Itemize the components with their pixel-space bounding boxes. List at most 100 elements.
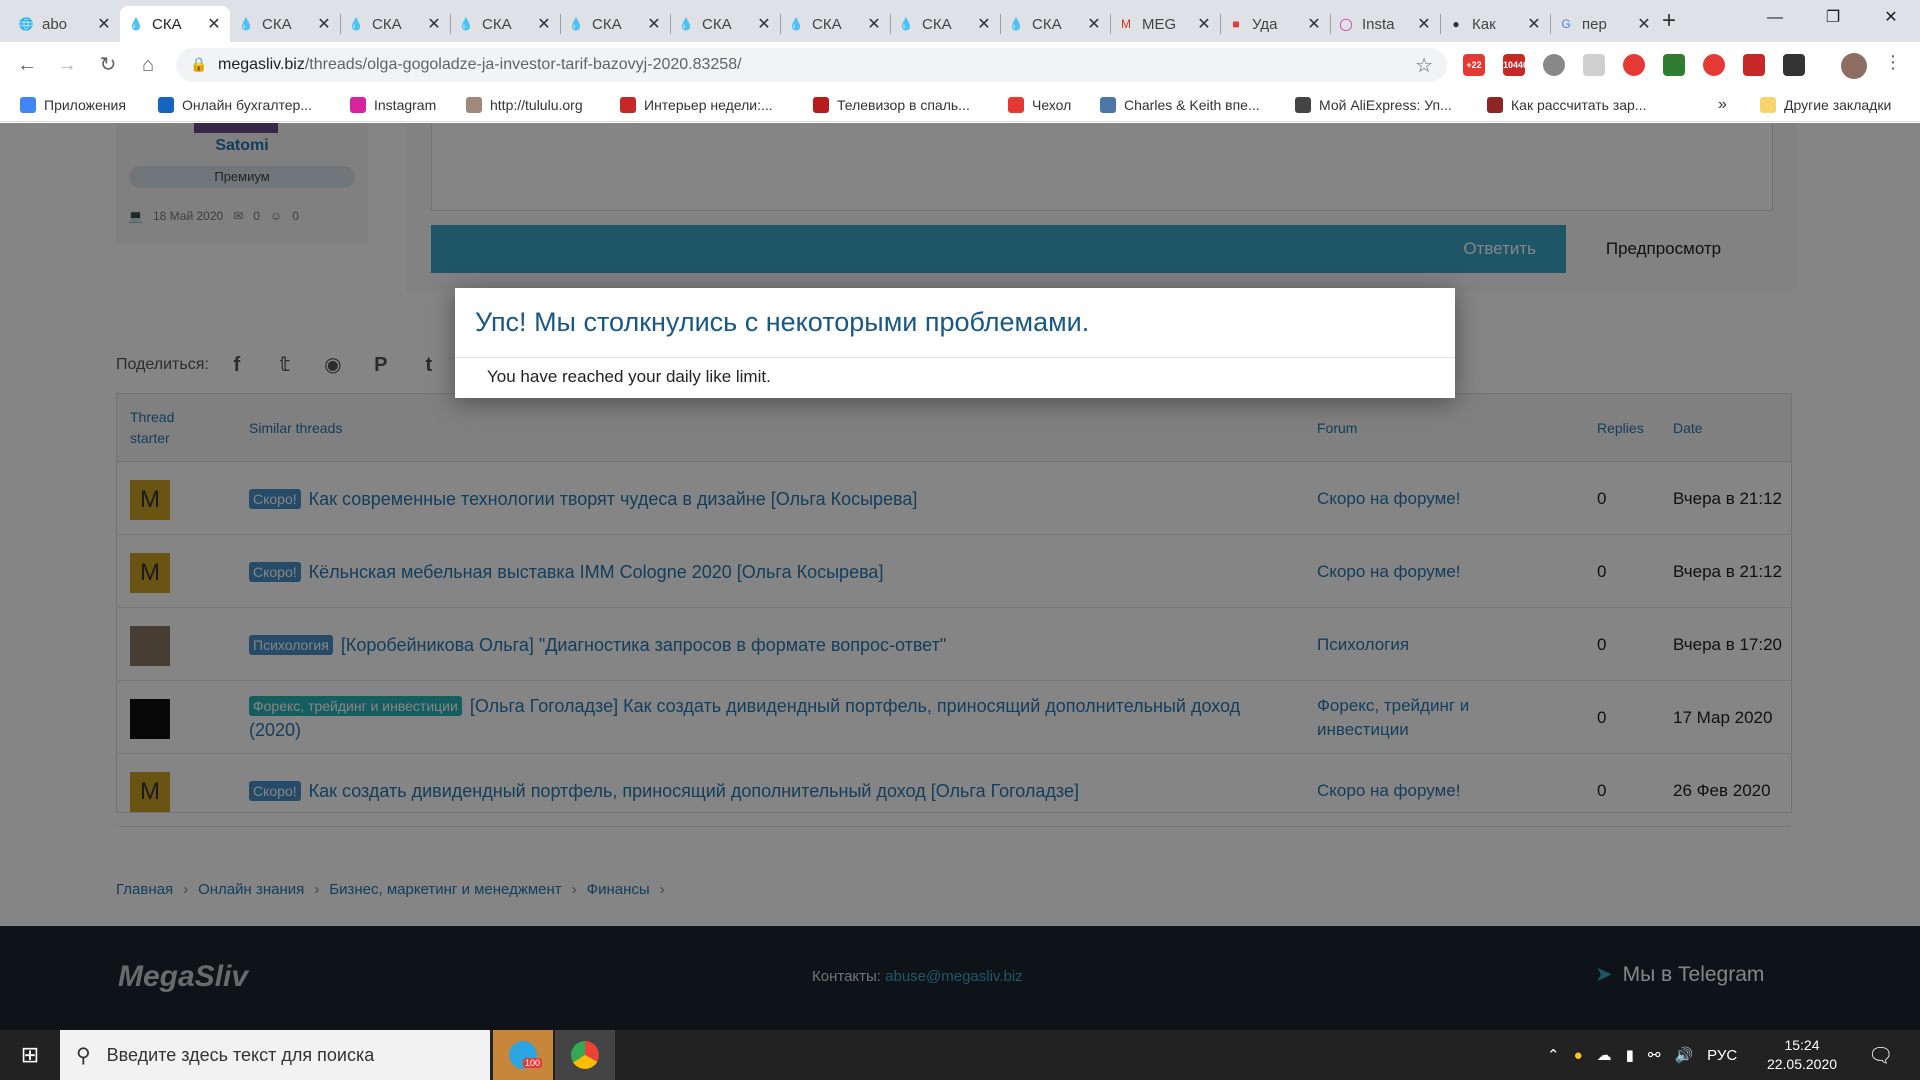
tab-8[interactable]: 💧 СКА ✕	[890, 6, 1000, 42]
close-tab-icon[interactable]: ✕	[866, 14, 882, 34]
back-icon[interactable]: ←	[13, 51, 41, 79]
bookmark-item[interactable]: Чехол	[1008, 95, 1071, 115]
tab-6[interactable]: 💧 СКА ✕	[670, 6, 780, 42]
close-tab-icon[interactable]: ✕	[1416, 14, 1432, 34]
wifi-icon[interactable]: ⚯	[1648, 1046, 1661, 1064]
page-content: Satomi Премиум 💻 18 Май 2020 ✉ 0 ☺ 0 Отв…	[0, 123, 1920, 1030]
tray-app-icon[interactable]: ●	[1574, 1047, 1583, 1064]
bookmark-item[interactable]: Телевизор в спаль...	[813, 95, 970, 115]
bookmark-item[interactable]: Instagram	[350, 95, 436, 115]
tab-4[interactable]: 💧 СКА ✕	[450, 6, 560, 42]
url-text[interactable]: megasliv.biz/threads/olga-gogoladze-ja-i…	[218, 56, 742, 74]
tab-11[interactable]: ■ Уда ✕	[1220, 6, 1330, 42]
telegram-taskbar-app[interactable]: 100	[493, 1030, 553, 1080]
onedrive-icon[interactable]: ☁	[1597, 1046, 1612, 1064]
bookmark-item[interactable]: http://tululu.org	[466, 95, 583, 115]
tab-9[interactable]: 💧 СКА ✕	[1000, 6, 1110, 42]
clock-time: 15:24	[1784, 1037, 1820, 1053]
notifications-icon[interactable]: 🗨	[1868, 1030, 1893, 1080]
gmail-icon: M	[1121, 17, 1131, 31]
close-tab-icon[interactable]: ✕	[536, 14, 552, 34]
home-icon[interactable]: ⌂	[134, 51, 162, 79]
bookmark-label: Онлайн бухгалтер...	[182, 97, 312, 113]
checkbox-extension-icon[interactable]	[1783, 54, 1805, 76]
reload-icon[interactable]: ↻	[94, 51, 122, 79]
minimize-button[interactable]: —	[1752, 0, 1798, 36]
close-tab-icon[interactable]: ✕	[1526, 14, 1542, 34]
bookmark-favicon-icon	[466, 97, 482, 113]
close-tab-icon[interactable]: ✕	[1636, 14, 1652, 34]
chevron-up-icon[interactable]: ⌃	[1547, 1046, 1560, 1064]
new-tab-button[interactable]: +	[1655, 8, 1683, 36]
bookmark-label: Мой AliExpress: Уп...	[1319, 97, 1452, 113]
drop-icon: 💧	[348, 17, 364, 31]
taskbar-clock[interactable]: 15:24 22.05.2020	[1758, 1036, 1846, 1074]
close-tab-icon[interactable]: ✕	[646, 14, 662, 34]
paw-extension-icon[interactable]	[1583, 54, 1605, 76]
circle-extension-icon[interactable]	[1543, 54, 1565, 76]
close-tab-icon[interactable]: ✕	[426, 14, 442, 34]
tab-0[interactable]: 🌐 abo ✕	[10, 6, 120, 42]
drop-icon: 💧	[128, 17, 144, 31]
close-tab-icon[interactable]: ✕	[316, 14, 332, 34]
menu-kebab-icon[interactable]: ⋮	[1884, 52, 1902, 73]
bookmarks-overflow-button[interactable]: »	[1718, 95, 1727, 115]
profile-avatar[interactable]	[1841, 53, 1867, 79]
taskbar-search-input[interactable]: ⚲ Введите здесь текст для поиска	[60, 1030, 490, 1080]
close-window-button[interactable]: ✕	[1868, 0, 1914, 36]
bookmark-item[interactable]: Интерьер недели:...	[620, 95, 773, 115]
volume-icon[interactable]: 🔊	[1674, 1046, 1693, 1064]
extension-badge-icon[interactable]: +22	[1463, 54, 1485, 76]
gmail-counter-icon[interactable]: 10446	[1503, 54, 1528, 76]
modal-backdrop[interactable]	[0, 123, 1920, 1030]
bookmark-label: Instagram	[374, 97, 437, 113]
heart-extension-icon[interactable]	[1703, 54, 1725, 76]
tab-5[interactable]: 💧 СКА ✕	[560, 6, 670, 42]
close-tab-icon[interactable]: ✕	[96, 14, 112, 34]
tab-12[interactable]: ◯ Insta ✕	[1330, 6, 1440, 42]
battery-icon[interactable]: ▮	[1626, 1046, 1634, 1064]
forward-icon[interactable]: →	[53, 51, 81, 79]
tab-title: СКА	[1032, 15, 1062, 33]
close-tab-icon[interactable]: ✕	[206, 14, 222, 34]
bookmark-item[interactable]: Приложения	[20, 95, 126, 115]
tab-1[interactable]: 💧 СКА ✕	[120, 6, 230, 42]
bookmark-item[interactable]: Онлайн бухгалтер...	[158, 95, 312, 115]
bookmark-favicon-icon	[20, 97, 36, 113]
globe-icon: 🌐	[18, 17, 34, 31]
close-tab-icon[interactable]: ✕	[1306, 14, 1322, 34]
close-tab-icon[interactable]: ✕	[1196, 14, 1212, 34]
bookmark-item[interactable]: Как рассчитать зар...	[1487, 95, 1646, 115]
cast-extension-icon[interactable]	[1743, 54, 1765, 76]
tab-7[interactable]: 💧 СКА ✕	[780, 6, 890, 42]
bookmark-item[interactable]: Charles & Keith впе...	[1100, 95, 1260, 115]
address-bar[interactable]: 🔒 megasliv.biz/threads/olga-gogoladze-ja…	[176, 48, 1447, 82]
windows-start-icon[interactable]: ⊞	[0, 1030, 60, 1080]
bookmark-item[interactable]: Мой AliExpress: Уп...	[1295, 95, 1452, 115]
close-tab-icon[interactable]: ✕	[976, 14, 992, 34]
tab-3[interactable]: 💧 СКА ✕	[340, 6, 450, 42]
bookmark-favicon-icon	[1487, 97, 1503, 113]
chrome-taskbar-app[interactable]	[555, 1030, 615, 1080]
other-bookmarks-label: Другие закладки	[1784, 97, 1892, 113]
tab-10[interactable]: M MEG ✕	[1110, 6, 1220, 42]
search-icon: ⚲	[76, 1044, 91, 1067]
tab-2[interactable]: 💧 СКА ✕	[230, 6, 340, 42]
drop-icon: 💧	[898, 17, 914, 31]
evernote-extension-icon[interactable]	[1663, 54, 1685, 76]
tab-title: СКА	[482, 15, 512, 33]
bookmark-label: Приложения	[44, 97, 126, 113]
bookmark-favicon-icon	[1295, 97, 1311, 113]
close-tab-icon[interactable]: ✕	[1086, 14, 1102, 34]
bookmark-star-icon[interactable]: ☆	[1415, 53, 1433, 78]
bookmarks-bar: Приложения Онлайн бухгалтер... Instagram ht…	[0, 88, 1920, 122]
maximize-button[interactable]: ❐	[1810, 0, 1856, 36]
system-tray: ⌃ ● ☁ ▮ ⚯ 🔊 РУС	[1547, 1030, 1737, 1080]
close-tab-icon[interactable]: ✕	[756, 14, 772, 34]
tab-13[interactable]: ● Как ✕	[1440, 6, 1550, 42]
other-bookmarks-folder[interactable]: Другие закладки	[1760, 95, 1891, 115]
opera-extension-icon[interactable]	[1623, 54, 1645, 76]
language-indicator[interactable]: РУС	[1707, 1047, 1737, 1064]
tab-14[interactable]: Gпер ✕	[1550, 6, 1660, 42]
error-dialog: Упс! Мы столкнулись с некоторыми проблем…	[455, 288, 1455, 398]
